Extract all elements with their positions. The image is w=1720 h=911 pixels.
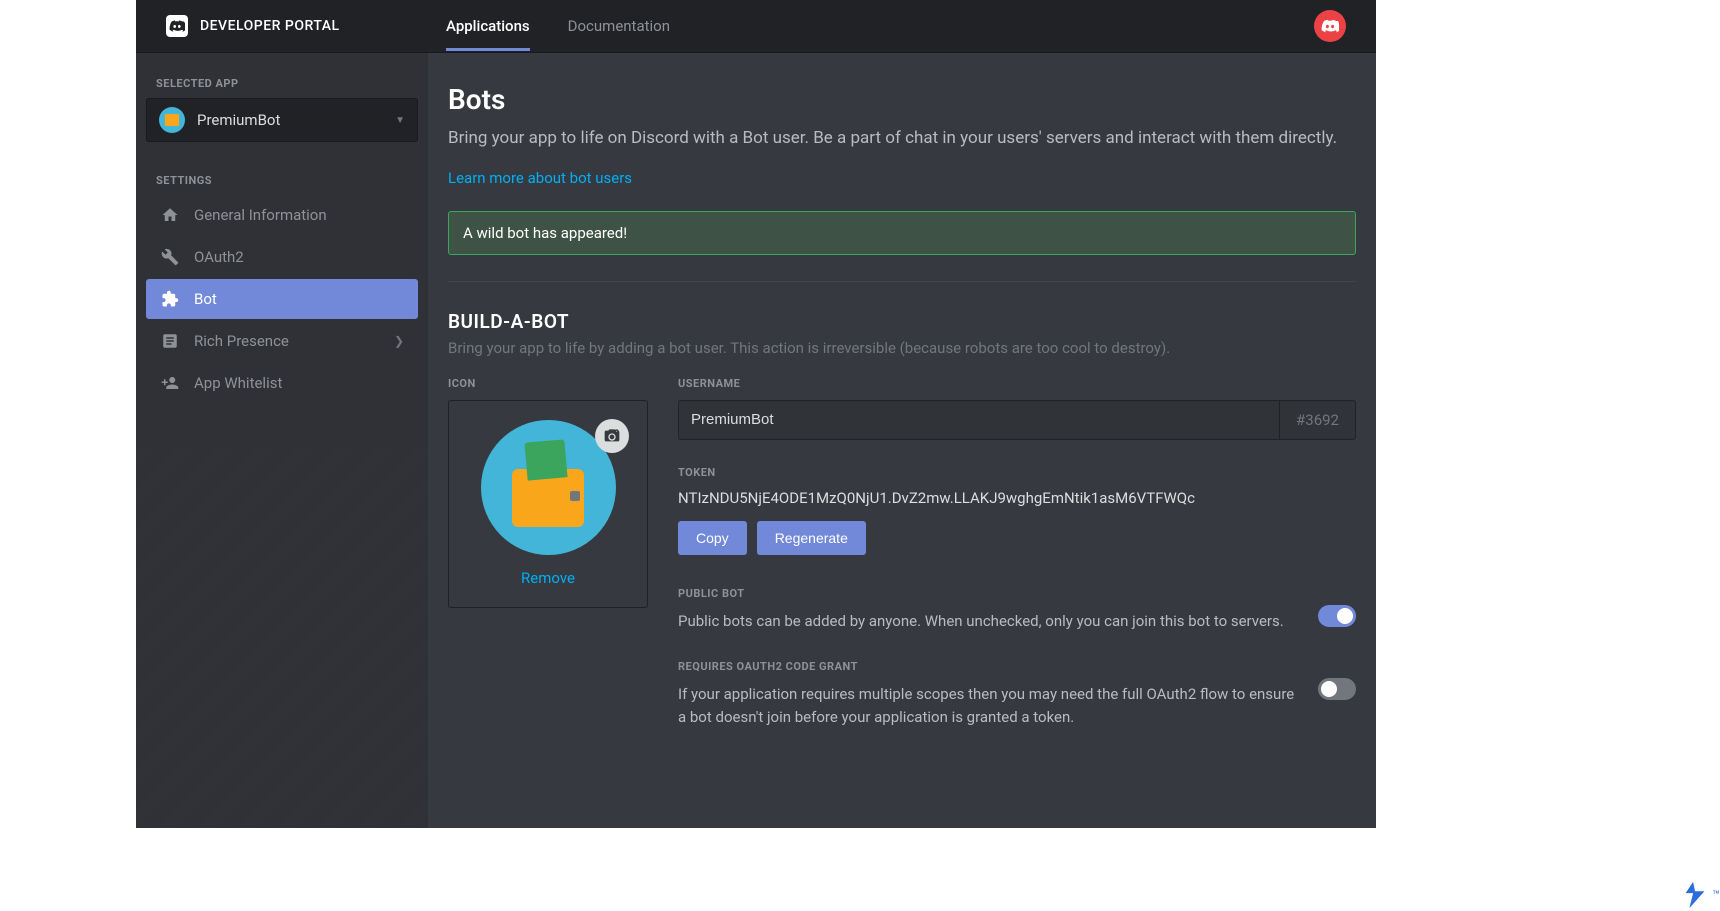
divider (448, 281, 1356, 282)
icon-upload-box[interactable]: + Remove (448, 400, 648, 608)
page-title: Bots (448, 83, 1356, 116)
nav-tabs: Applications Documentation (446, 1, 670, 51)
regenerate-button[interactable]: Regenerate (757, 521, 866, 555)
sidebar-item-rich-presence[interactable]: Rich Presence ❯ (146, 321, 418, 361)
discord-brand-icon[interactable] (1314, 10, 1346, 42)
oauth-grant-toggle[interactable] (1318, 678, 1356, 700)
toptal-logo-icon (1680, 880, 1710, 910)
page-subtitle: Bring your app to life on Discord with a… (448, 126, 1356, 152)
nav-right (1314, 10, 1346, 42)
form-section: USERNAME #3692 TOKEN NTIzNDU5NjE4ODE1MzQ… (678, 377, 1356, 757)
sidebar-background-art (136, 448, 428, 828)
username-label: USERNAME (678, 377, 1356, 390)
build-a-bot-description: Bring your app to life by adding a bot u… (448, 339, 1356, 357)
sidebar-item-bot[interactable]: Bot (146, 279, 418, 319)
oauth-grant-description: If your application requires multiple sc… (678, 683, 1296, 728)
username-input[interactable] (678, 400, 1279, 440)
discriminator: #3692 (1279, 400, 1356, 440)
sidebar-item-app-whitelist[interactable]: App Whitelist (146, 363, 418, 403)
tab-documentation[interactable]: Documentation (568, 1, 670, 51)
settings-list: General Information OAuth2 Bot (146, 195, 418, 403)
settings-label: SETTINGS (146, 174, 418, 187)
chevron-right-icon: ❯ (394, 334, 404, 348)
public-bot-section: PUBLIC BOT Public bots can be added by a… (678, 587, 1356, 633)
sidebar-item-label: OAuth2 (194, 248, 404, 266)
logo-text: DEVELOPER PORTAL (200, 18, 340, 34)
chevron-down-icon: ▼ (395, 115, 405, 126)
sidebar-item-label: App Whitelist (194, 374, 404, 392)
build-section: ICON + Remove USERNAME (448, 377, 1356, 757)
icon-label: ICON (448, 377, 648, 390)
icon-section: ICON + Remove (448, 377, 648, 757)
toggle-knob (1321, 681, 1337, 697)
username-row: #3692 (678, 400, 1356, 440)
discord-logo-icon (166, 15, 188, 37)
learn-more-link[interactable]: Learn more about bot users (448, 169, 632, 187)
main-body: SELECTED APP PremiumBot ▼ SETTINGS Gener… (136, 53, 1376, 828)
toptal-tm-badge: ™ (1680, 880, 1720, 910)
build-a-bot-title: BUILD-A-BOT (448, 310, 1356, 333)
success-alert: A wild bot has appeared! (448, 211, 1356, 255)
token-button-row: Copy Regenerate (678, 521, 1356, 555)
wallet-icon (512, 469, 584, 527)
remove-icon-link[interactable]: Remove (521, 569, 575, 587)
public-bot-label: PUBLIC BOT (678, 587, 1296, 600)
oauth-grant-label: REQUIRES OAUTH2 CODE GRANT (678, 660, 1296, 673)
svg-text:+: + (616, 429, 618, 433)
document-icon (160, 331, 180, 351)
sidebar-item-general-information[interactable]: General Information (146, 195, 418, 235)
toggle-knob (1337, 608, 1353, 624)
puzzle-icon (160, 289, 180, 309)
sidebar-item-label: Rich Presence (194, 332, 394, 350)
copy-button[interactable]: Copy (678, 521, 747, 555)
app-avatar-icon (159, 107, 185, 133)
camera-upload-icon[interactable]: + (595, 419, 629, 453)
public-bot-toggle[interactable] (1318, 605, 1356, 627)
app-container: DEVELOPER PORTAL Applications Documentat… (136, 0, 1376, 828)
public-bot-description: Public bots can be added by anyone. When… (678, 610, 1296, 633)
selected-app-name: PremiumBot (197, 111, 395, 129)
token-label: TOKEN (678, 466, 1356, 479)
logo-section: DEVELOPER PORTAL (166, 15, 416, 37)
sidebar-item-label: Bot (194, 290, 404, 308)
oauth-grant-section: REQUIRES OAUTH2 CODE GRANT If your appli… (678, 660, 1356, 728)
sidebar-item-oauth2[interactable]: OAuth2 (146, 237, 418, 277)
wrench-icon (160, 247, 180, 267)
home-icon (160, 205, 180, 225)
token-value: NTIzNDU5NjE4ODE1MzQ0NjU1.DvZ2mw.LLAKJ9wg… (678, 489, 1356, 507)
content: Bots Bring your app to life on Discord w… (428, 53, 1376, 828)
person-plus-icon (160, 373, 180, 393)
sidebar: SELECTED APP PremiumBot ▼ SETTINGS Gener… (136, 53, 428, 828)
app-selector[interactable]: PremiumBot ▼ (146, 98, 418, 142)
tab-applications[interactable]: Applications (446, 1, 530, 51)
selected-app-label: SELECTED APP (146, 77, 418, 90)
top-nav: DEVELOPER PORTAL Applications Documentat… (136, 0, 1376, 53)
sidebar-item-label: General Information (194, 206, 404, 224)
